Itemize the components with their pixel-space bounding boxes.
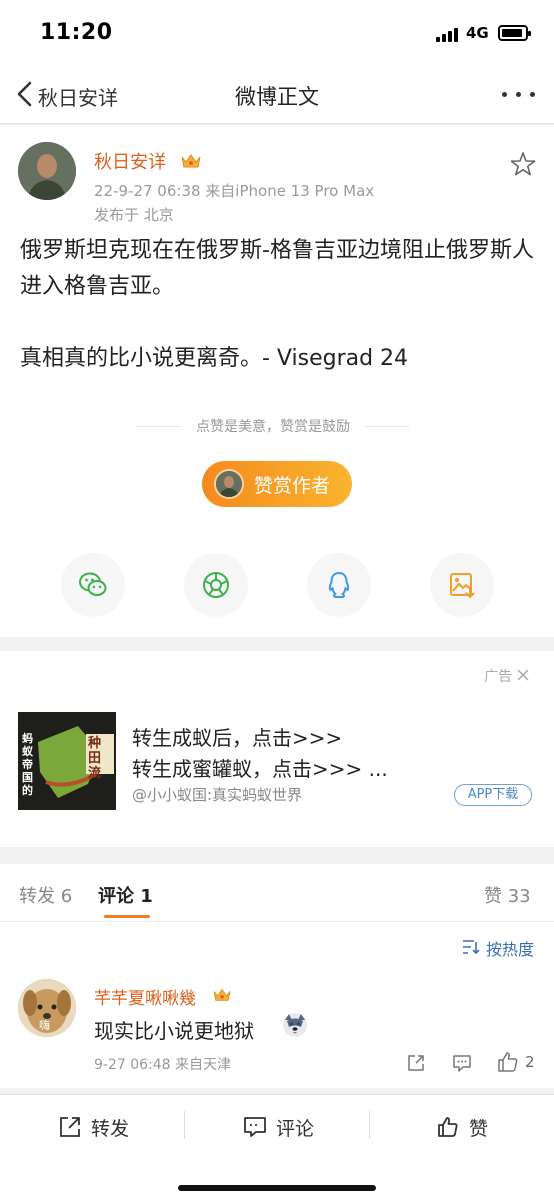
ad-image-title: 种田流 (88, 736, 102, 781)
ad-image[interactable]: 蚂蚁帝国的 种田流 (18, 712, 116, 810)
avatar-caption: 嗨 (39, 1019, 50, 1032)
reward-button-label: 赞赏作者 (254, 475, 331, 497)
wechat-icon (79, 572, 107, 596)
comment-text: 现实比小说更地狱 (94, 1019, 254, 1043)
vip-crown-icon (213, 988, 231, 1001)
sort-by-hot-button[interactable]: 按热度 (462, 936, 538, 959)
like-icon (438, 1117, 458, 1137)
share-qq-button[interactable] (307, 553, 371, 617)
ad-subheadline[interactable]: 转生成蜜罐蚁，点击>>> ... (132, 753, 388, 782)
reward-tip-row: 点赞是美意，赞赏是鼓励 (136, 416, 410, 436)
comment-meta: 9-27 06:48 来自天津 (94, 1057, 232, 1073)
like-button[interactable]: 赞 (436, 1113, 496, 1141)
qq-icon (328, 572, 350, 598)
comment-button[interactable]: 评论 (243, 1113, 323, 1141)
post-content: 俄罗斯坦克现在在俄罗斯-格鲁吉亚边境阻止俄罗斯人进入格鲁吉亚。 真相真的比小说更… (20, 233, 540, 377)
bottom-action-bar: 转发 评论 赞 (0, 1094, 554, 1200)
commenter-name[interactable]: 芊芊夏啾啾幾 (94, 984, 196, 1009)
post-paragraph: 俄罗斯坦克现在在俄罗斯-格鲁吉亚边境阻止俄罗斯人进入格鲁吉亚。 (20, 238, 534, 299)
tab-like[interactable]: 赞 33 (484, 882, 531, 908)
page-title: 微博正文 (235, 85, 319, 109)
reward-avatar (214, 469, 244, 499)
comment-list: 按热度 嗨 芊芊夏啾啾幾 现实比小说更地狱 9-27 06:48 来自天津 2 (0, 922, 554, 1088)
network-type: 4G (466, 24, 489, 42)
active-tab-indicator (104, 915, 150, 918)
ad-card[interactable]: 广告 蚂蚁帝国的 种田流 转生成蚁后，点击>>> 转生成蜜罐蚁，点击>>> ..… (0, 651, 554, 847)
comment-label: 评论 (276, 1118, 315, 1140)
tab-comment[interactable]: 评论 1 (98, 882, 153, 908)
repost-icon (60, 1117, 80, 1137)
post-meta: 22-9-27 06:38 来自iPhone 13 Pro Max (94, 182, 375, 200)
sort-icon (463, 940, 480, 955)
moments-icon (203, 572, 229, 598)
comment-share-icon[interactable] (406, 1053, 426, 1073)
commenter-avatar[interactable]: 嗨 (18, 979, 76, 1037)
app-download-button[interactable]: APP下载 (454, 784, 532, 806)
divider (369, 1111, 370, 1139)
more-options-icon[interactable] (502, 92, 536, 98)
husky-emoji-icon (283, 1013, 307, 1037)
status-time: 11:20 (40, 20, 113, 45)
share-moments-button[interactable] (184, 553, 248, 617)
post-card: 秋日安详 22-9-27 06:38 来自iPhone 13 Pro Max 发… (0, 125, 554, 637)
comment-icon (244, 1117, 266, 1137)
ad-image-text: 蚂蚁帝国的 (22, 732, 33, 797)
post-paragraph: 真相真的比小说更离奇。- Visegrad 24 (20, 346, 409, 371)
comment-reply-icon[interactable] (452, 1053, 472, 1073)
share-wechat-button[interactable] (61, 553, 125, 617)
ad-source[interactable]: @小小蚁国:真实蚂蚁世界 (132, 784, 302, 805)
ad-label: 广告 (484, 669, 512, 685)
sort-label: 按热度 (486, 940, 535, 959)
comment-like-icon[interactable] (496, 1050, 520, 1074)
divider (184, 1111, 185, 1139)
repost-label: 转发 (91, 1118, 130, 1140)
save-image-button[interactable] (430, 553, 494, 617)
post-location: 发布于 北京 (94, 206, 174, 224)
like-label: 赞 (469, 1118, 489, 1140)
favorite-star-icon[interactable] (510, 151, 536, 177)
save-image-icon (450, 573, 475, 599)
vip-crown-icon (181, 154, 201, 168)
post-tabs: 转发 6 评论 1 赞 33 (0, 864, 554, 922)
author-name[interactable]: 秋日安详 (94, 148, 166, 174)
home-indicator (178, 1185, 376, 1191)
close-icon[interactable] (516, 668, 530, 682)
battery-icon (498, 25, 531, 41)
tab-repost[interactable]: 转发 6 (19, 882, 72, 908)
status-bar: 11:20 4G (0, 0, 554, 64)
repost-button[interactable]: 转发 (58, 1113, 138, 1141)
ad-headline[interactable]: 转生成蚁后，点击>>> (132, 722, 342, 751)
signal-icon (436, 26, 460, 42)
nav-bar: 秋日安详 微博正文 (0, 64, 554, 124)
reward-author-button[interactable]: 赞赏作者 (202, 461, 352, 507)
comment-like-count: 2 (525, 1053, 535, 1071)
author-avatar[interactable] (18, 142, 76, 200)
